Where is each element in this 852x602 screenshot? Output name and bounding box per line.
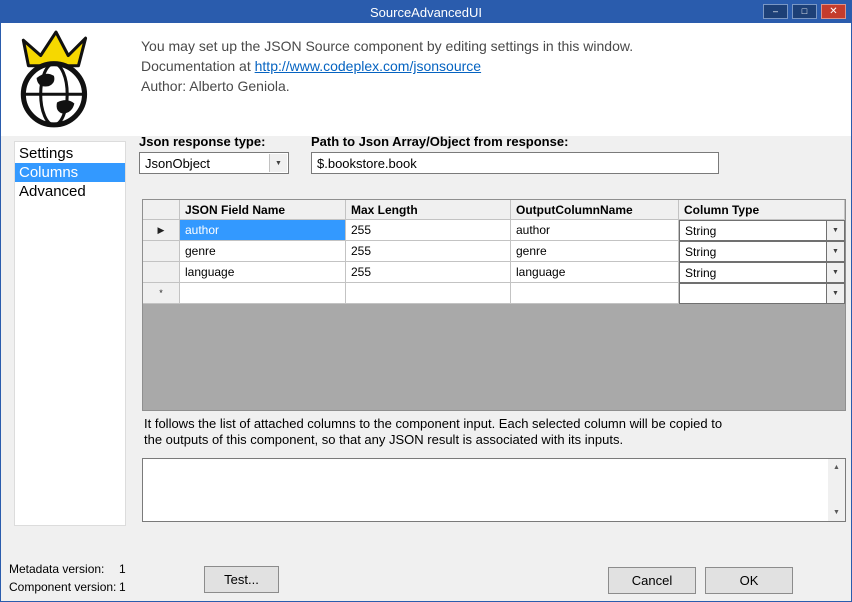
dialog-window: SourceAdvancedUI – □ ✕ You may set up th… <box>0 0 852 602</box>
scroll-down-icon[interactable]: ▼ <box>828 504 845 521</box>
minimize-icon: – <box>772 6 778 16</box>
json-path-input[interactable]: $.bookstore.book <box>311 152 719 174</box>
description-line2: the outputs of this component, so that a… <box>144 432 624 447</box>
header-text: You may set up the JSON Source component… <box>141 36 633 96</box>
cell-output-name[interactable]: author <box>511 220 679 241</box>
column-type-dropdown[interactable]: ▼ <box>679 283 845 304</box>
sidebar-item-settings[interactable]: Settings <box>15 144 125 163</box>
cell-output-name[interactable] <box>511 283 679 304</box>
grid-header-maxlength[interactable]: Max Length <box>346 200 511 220</box>
component-version-label: Component version: <box>9 580 117 594</box>
sidebar-item-columns[interactable]: Columns <box>15 163 125 182</box>
window-controls: – □ ✕ <box>763 4 846 19</box>
grid-header-field[interactable]: JSON Field Name <box>180 200 346 220</box>
cell-column-type: ▼ <box>679 283 845 304</box>
close-button[interactable]: ✕ <box>821 4 846 19</box>
grid-header-type[interactable]: Column Type <box>679 200 845 220</box>
sidebar-nav: Settings Columns Advanced <box>14 141 126 526</box>
json-path-label: Path to Json Array/Object from response: <box>311 134 569 149</box>
cell-max-length[interactable]: 255 <box>346 262 511 283</box>
metadata-version-value: 1 <box>119 562 126 576</box>
window-title: SourceAdvancedUI <box>369 4 482 20</box>
header-line2: Documentation at http://www.codeplex.com… <box>141 56 633 76</box>
table-row-new: * ▼ <box>143 283 845 304</box>
vertical-scrollbar[interactable]: ▲ ▼ <box>828 459 845 521</box>
minimize-button[interactable]: – <box>763 4 788 19</box>
close-icon: ✕ <box>829 5 838 17</box>
documentation-prefix: Documentation at <box>141 58 255 74</box>
cell-field[interactable]: genre <box>180 241 346 262</box>
response-type-value: JsonObject <box>145 155 211 171</box>
cell-column-type: String ▼ <box>679 220 845 241</box>
maximize-icon: □ <box>801 6 808 16</box>
header-line1: You may set up the JSON Source component… <box>141 38 634 54</box>
column-type-value: String <box>685 244 717 259</box>
chevron-down-icon[interactable]: ▼ <box>269 154 287 172</box>
titlebar[interactable]: SourceAdvancedUI – □ ✕ <box>1 1 851 23</box>
metadata-version-label: Metadata version: <box>9 562 105 576</box>
cell-column-type: String ▼ <box>679 262 845 283</box>
column-type-dropdown[interactable]: String ▼ <box>679 241 845 262</box>
row-selector[interactable] <box>143 241 180 262</box>
maximize-button[interactable]: □ <box>792 4 817 19</box>
chevron-down-icon[interactable]: ▼ <box>826 263 844 282</box>
component-version-value: 1 <box>119 580 126 594</box>
table-row: genre 255 genre String ▼ <box>143 241 845 262</box>
column-type-value: String <box>685 223 717 238</box>
cell-output-name[interactable]: genre <box>511 241 679 262</box>
cell-max-length[interactable] <box>346 283 511 304</box>
cell-field[interactable]: language <box>180 262 346 283</box>
documentation-link[interactable]: http://www.codeplex.com/jsonsource <box>255 58 481 74</box>
json-path-value: $.bookstore.book <box>317 155 417 171</box>
table-row: language 255 language String ▼ <box>143 262 845 283</box>
column-type-value: String <box>685 265 717 280</box>
response-type-label: Json response type: <box>139 134 266 149</box>
row-selector[interactable] <box>143 262 180 283</box>
cell-field[interactable] <box>180 283 346 304</box>
test-button[interactable]: Test... <box>204 566 279 593</box>
chevron-down-icon[interactable]: ▼ <box>826 221 844 240</box>
column-type-dropdown[interactable]: String ▼ <box>679 262 845 283</box>
cancel-button[interactable]: Cancel <box>608 567 696 594</box>
chevron-down-icon[interactable]: ▼ <box>826 242 844 261</box>
cell-max-length[interactable]: 255 <box>346 241 511 262</box>
crown-globe-logo <box>6 29 108 131</box>
header: You may set up the JSON Source component… <box>1 23 851 136</box>
description-line1: It follows the list of attached columns … <box>144 416 723 431</box>
row-selector[interactable]: ▶ <box>143 220 180 241</box>
columns-grid: JSON Field Name Max Length OutputColumnN… <box>142 199 846 411</box>
sidebar-item-advanced[interactable]: Advanced <box>15 182 125 201</box>
grid-header-selector <box>143 200 180 220</box>
response-type-dropdown[interactable]: JsonObject ▼ <box>139 152 289 174</box>
header-line3: Author: Alberto Geniola. <box>141 78 290 94</box>
cell-field[interactable]: author <box>180 220 346 241</box>
scroll-up-icon[interactable]: ▲ <box>828 459 845 476</box>
chevron-down-icon[interactable]: ▼ <box>826 284 844 303</box>
table-row: ▶ author 255 author String ▼ <box>143 220 845 241</box>
cell-max-length[interactable]: 255 <box>346 220 511 241</box>
grid-header-row: JSON Field Name Max Length OutputColumnN… <box>143 200 845 220</box>
output-textbox[interactable]: ▲ ▼ <box>142 458 846 522</box>
cell-column-type: String ▼ <box>679 241 845 262</box>
column-type-dropdown[interactable]: String ▼ <box>679 220 845 241</box>
row-selector[interactable]: * <box>143 283 180 304</box>
ok-button[interactable]: OK <box>705 567 793 594</box>
grid-header-output[interactable]: OutputColumnName <box>511 200 679 220</box>
cell-output-name[interactable]: language <box>511 262 679 283</box>
grid-description: It follows the list of attached columns … <box>144 416 722 448</box>
